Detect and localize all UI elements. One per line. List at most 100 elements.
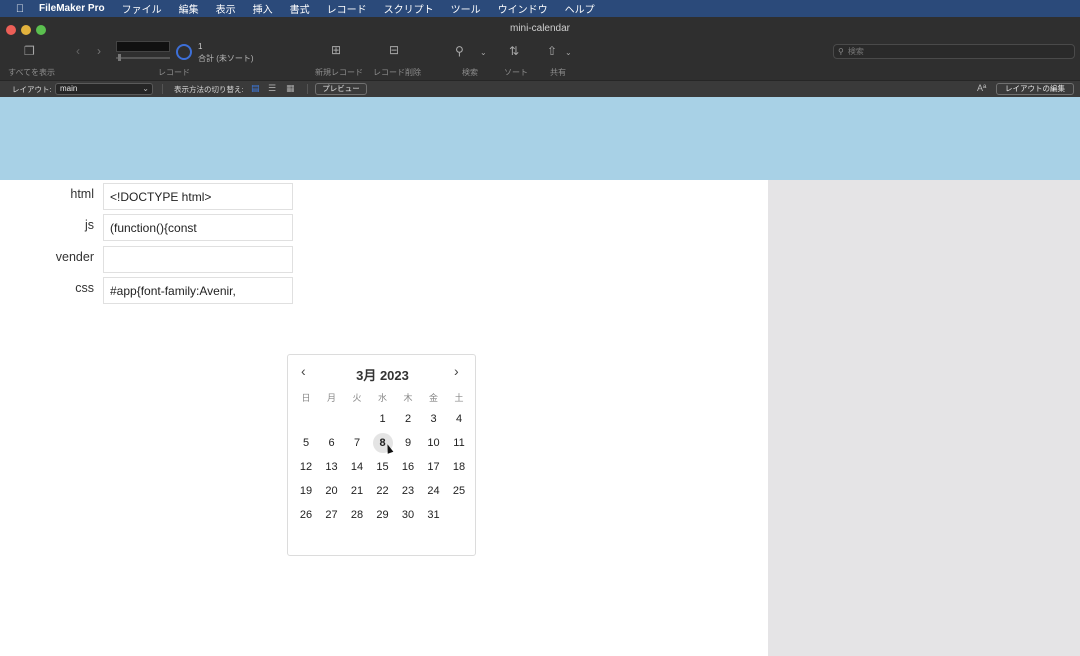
- weekday-header: 木: [403, 393, 413, 403]
- record-slider-handle[interactable]: [118, 54, 121, 61]
- list-view-icon[interactable]: ☰: [268, 84, 278, 93]
- show-all-icon[interactable]: ❐: [24, 45, 35, 57]
- menu-tools[interactable]: ツール: [451, 1, 481, 16]
- layout-header: [0, 97, 1080, 180]
- show-all-label: すべてを表示: [8, 68, 55, 77]
- calendar-day[interactable]: 16: [398, 457, 418, 477]
- delete-record-label[interactable]: レコード削除: [373, 67, 421, 78]
- js-field[interactable]: (function(){const: [103, 214, 293, 241]
- calendar-day[interactable]: 28: [347, 505, 367, 525]
- chevron-down-icon: ⌄: [142, 84, 149, 93]
- menu-app[interactable]: FileMaker Pro: [39, 3, 105, 14]
- share-icon[interactable]: ⇧: [547, 45, 557, 57]
- calendar-day[interactable]: 5: [296, 433, 316, 453]
- form-view-icon[interactable]: ▤: [251, 84, 261, 93]
- view-as-label: 表示方法の切り替え:: [174, 85, 244, 94]
- find-icon[interactable]: ⚲: [455, 45, 464, 57]
- calendar-day[interactable]: 4: [449, 409, 469, 429]
- calendar-day[interactable]: 26: [296, 505, 316, 525]
- sort-icon[interactable]: ⇅: [509, 45, 519, 57]
- menu-file[interactable]: ファイル: [122, 1, 162, 16]
- html-field[interactable]: <!DOCTYPE html>: [103, 183, 293, 210]
- calendar-day[interactable]: 12: [296, 457, 316, 477]
- record-label: レコード: [158, 68, 190, 77]
- calendar-day[interactable]: 3: [424, 409, 444, 429]
- calendar-day[interactable]: 13: [322, 457, 342, 477]
- menubar:  FileMaker Pro ファイル 編集 表示 挿入 書式 レコード スク…: [0, 0, 1080, 17]
- calendar-day[interactable]: 30: [398, 505, 418, 525]
- css-field[interactable]: #app{font-family:Avenir,: [103, 277, 293, 304]
- sort-label[interactable]: ソート: [504, 67, 528, 78]
- calendar-day[interactable]: 15: [373, 457, 393, 477]
- weekday-header: 土: [454, 393, 464, 403]
- calendar-day[interactable]: 23: [398, 481, 418, 501]
- calendar-day[interactable]: 7: [347, 433, 367, 453]
- menu-view[interactable]: 表示: [216, 1, 236, 16]
- record-total: 合計 (未ソート): [198, 54, 254, 63]
- share-label[interactable]: 共有: [550, 67, 566, 78]
- weekday-header: 月: [326, 393, 336, 403]
- divider: [307, 84, 308, 94]
- record-count: 1: [198, 42, 203, 51]
- field-label-css: css: [75, 281, 94, 295]
- calendar-day[interactable]: 17: [424, 457, 444, 477]
- new-record-icon[interactable]: ⊞: [331, 44, 341, 56]
- menu-records[interactable]: レコード: [327, 1, 367, 16]
- previous-record-icon[interactable]: ‹: [76, 45, 80, 57]
- calendar-day[interactable]: 22: [373, 481, 393, 501]
- font-size-icon[interactable]: Aª: [977, 83, 986, 93]
- menu-window[interactable]: ウインドウ: [498, 1, 548, 16]
- calendar-day[interactable]: 19: [296, 481, 316, 501]
- record-slider[interactable]: [116, 57, 170, 59]
- weekday-header: 水: [377, 393, 387, 403]
- calendar-day[interactable]: 21: [347, 481, 367, 501]
- preview-button[interactable]: プレビュー: [315, 83, 367, 95]
- menu-insert[interactable]: 挿入: [253, 1, 273, 16]
- field-label-vender: vender: [55, 250, 94, 264]
- edit-layout-button[interactable]: レイアウトの編集: [996, 83, 1074, 95]
- menu-format[interactable]: 書式: [290, 1, 310, 16]
- calendar-day[interactable]: 2: [398, 409, 418, 429]
- calendar-day[interactable]: 14: [347, 457, 367, 477]
- record-pie-icon: [176, 44, 192, 60]
- table-view-icon[interactable]: ▦: [286, 84, 296, 93]
- weekday-header: 金: [428, 393, 438, 403]
- delete-record-icon[interactable]: ⊟: [389, 44, 399, 56]
- layout-select-value: main: [60, 84, 78, 93]
- calendar-day[interactable]: 11: [449, 433, 469, 453]
- mini-calendar: ‹ 3月 2023 › 日月火水木金土 1 2 3 4 5 6 7 8 9 10 11 12 13 14 15…: [287, 354, 476, 556]
- layout-bar: レイアウト: main ⌄ 表示方法の切り替え: ▤ ☰ ▦ プレビュー Aª …: [0, 80, 1080, 97]
- calendar-day[interactable]: 20: [322, 481, 342, 501]
- search-icon: ⚲: [838, 47, 844, 56]
- find-label[interactable]: 検索: [462, 67, 478, 78]
- menu-help[interactable]: ヘルプ: [565, 1, 595, 16]
- calendar-day[interactable]: 27: [322, 505, 342, 525]
- calendar-day[interactable]: 31: [424, 505, 444, 525]
- calendar-day[interactable]: 24: [424, 481, 444, 501]
- weekday-header: 日: [301, 393, 311, 403]
- calendar-day[interactable]: 9: [398, 433, 418, 453]
- vender-field[interactable]: [103, 246, 293, 273]
- layout-label: レイアウト:: [12, 85, 52, 94]
- next-month-icon[interactable]: ›: [454, 364, 459, 378]
- menu-scripts[interactable]: スクリプト: [384, 1, 434, 16]
- find-dropdown-icon[interactable]: ⌄: [480, 47, 487, 59]
- share-dropdown-icon[interactable]: ⌄: [565, 47, 572, 59]
- non-layout-area: [768, 180, 1080, 656]
- calendar-title: 3月 2023: [356, 368, 409, 383]
- weekday-header: 火: [352, 393, 362, 403]
- calendar-day[interactable]: 18: [449, 457, 469, 477]
- calendar-day[interactable]: 6: [322, 433, 342, 453]
- calendar-day[interactable]: 29: [373, 505, 393, 525]
- apple-icon[interactable]: : [13, 3, 27, 15]
- calendar-day[interactable]: 1: [373, 409, 393, 429]
- menu-edit[interactable]: 編集: [179, 1, 199, 16]
- calendar-day[interactable]: 25: [449, 481, 469, 501]
- record-number-field[interactable]: [116, 41, 170, 52]
- window-title: mini-calendar: [509, 23, 571, 34]
- calendar-day[interactable]: 10: [424, 433, 444, 453]
- search-input[interactable]: ⚲ 検索: [833, 44, 1075, 59]
- new-record-label[interactable]: 新規レコード: [315, 67, 363, 78]
- layout-select[interactable]: main ⌄: [55, 83, 153, 95]
- next-record-icon[interactable]: ›: [97, 45, 101, 57]
